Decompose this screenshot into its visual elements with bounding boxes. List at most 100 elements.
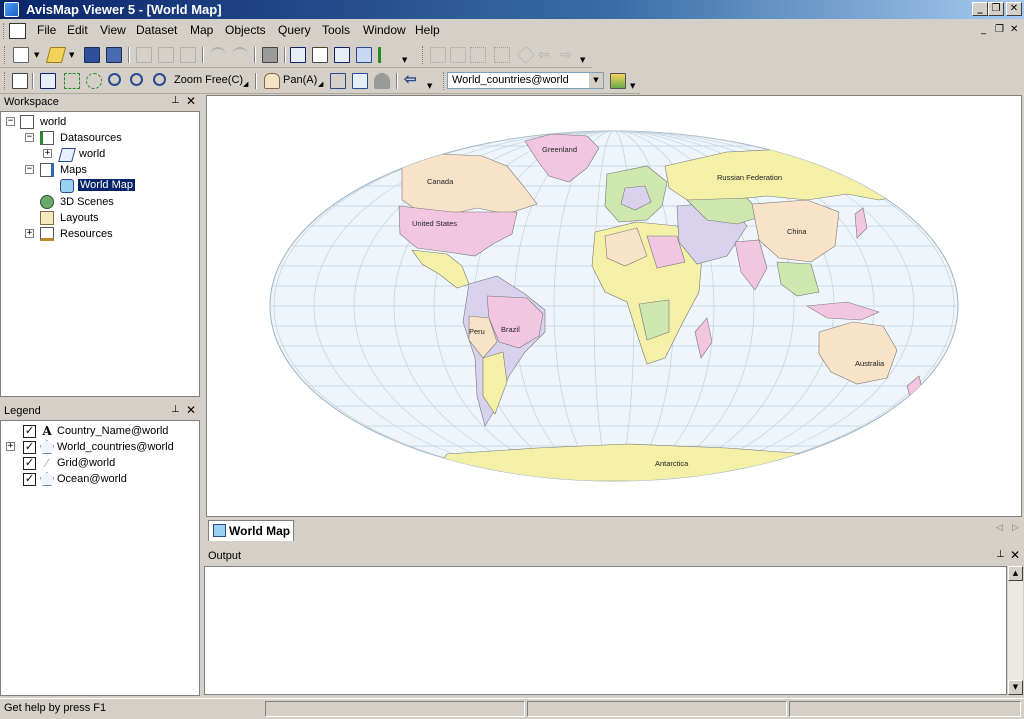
pin-icon[interactable]: ⊥ bbox=[171, 95, 180, 106]
mdi-minimize-button[interactable]: _ bbox=[981, 24, 986, 35]
new-dropdown-icon[interactable]: ▼ bbox=[34, 51, 39, 59]
menu-edit[interactable]: Edit bbox=[67, 23, 88, 37]
menu-dataset[interactable]: Dataset bbox=[136, 23, 177, 37]
circle-select-icon[interactable] bbox=[86, 73, 102, 89]
new-layer-icon[interactable] bbox=[430, 47, 446, 63]
layer-props-icon[interactable] bbox=[450, 47, 466, 63]
map-icon bbox=[60, 179, 74, 193]
line-layer-icon: ∕ bbox=[45, 456, 48, 470]
layer-visible-checkbox[interactable]: ✓ bbox=[23, 473, 36, 486]
workspace-panel-title: Workspace bbox=[4, 96, 59, 108]
pan-dropdown-icon[interactable]: ◢ bbox=[318, 80, 323, 88]
save-icon[interactable] bbox=[84, 47, 100, 63]
whats-this-icon[interactable] bbox=[378, 47, 394, 63]
layer-manager-icon[interactable] bbox=[610, 73, 626, 89]
map-canvas[interactable]: Greenland Canada Russian Federation Unit… bbox=[206, 95, 1022, 517]
output-toggle-icon[interactable] bbox=[334, 47, 350, 63]
close-panel-icon[interactable]: ✕ bbox=[186, 403, 196, 417]
print-icon[interactable] bbox=[262, 47, 278, 63]
expand-icon[interactable]: + bbox=[25, 229, 34, 238]
minimize-button[interactable]: _ bbox=[972, 2, 988, 16]
tree-label: Layouts bbox=[60, 212, 99, 224]
open-dropdown-icon[interactable]: ▼ bbox=[69, 51, 74, 59]
close-button[interactable]: ✕ bbox=[1006, 2, 1022, 16]
pin-icon[interactable]: ⊥ bbox=[996, 549, 1005, 560]
layer-combo[interactable]: World_countries@world ▼ bbox=[447, 72, 604, 89]
save-all-icon[interactable] bbox=[106, 47, 122, 63]
status-bar: Get help by press F1 bbox=[0, 698, 1024, 719]
collapse-icon[interactable]: − bbox=[6, 117, 15, 126]
refresh-map-icon[interactable] bbox=[352, 73, 368, 89]
scroll-down-icon[interactable]: ▼ bbox=[1008, 680, 1023, 695]
full-extent-icon[interactable] bbox=[330, 73, 346, 89]
user-tool-icon[interactable] bbox=[374, 73, 390, 89]
pan-label[interactable]: Pan(A) bbox=[283, 74, 317, 86]
menu-file[interactable]: File bbox=[37, 23, 56, 37]
combo-arrow-icon[interactable]: ▼ bbox=[589, 73, 603, 88]
zoom-in-icon[interactable] bbox=[108, 73, 121, 86]
tab-scroll-left-icon[interactable]: ◁ bbox=[996, 523, 1003, 533]
diamond-icon[interactable] bbox=[516, 45, 536, 65]
collapse-icon[interactable]: − bbox=[25, 165, 34, 174]
toolbar-overflow-icon[interactable]: ▼ bbox=[427, 82, 432, 90]
help-icon[interactable] bbox=[356, 47, 372, 63]
open-icon[interactable] bbox=[45, 47, 67, 63]
toolbar-overflow-icon[interactable]: ▼ bbox=[402, 56, 407, 64]
tab-world-map[interactable]: World Map bbox=[208, 520, 294, 541]
new-icon[interactable] bbox=[13, 47, 29, 63]
menu-query[interactable]: Query bbox=[278, 23, 311, 37]
toolbar-separator bbox=[255, 73, 257, 89]
rect-select-icon[interactable] bbox=[64, 73, 80, 89]
menu-objects[interactable]: Objects bbox=[225, 23, 266, 37]
zoom-free-icon[interactable] bbox=[153, 73, 166, 86]
node-edit-icon[interactable] bbox=[470, 47, 486, 63]
paste-icon[interactable] bbox=[180, 47, 196, 63]
workspace-panel-header: Workspace ⊥ ✕ bbox=[0, 94, 200, 111]
menu-tools[interactable]: Tools bbox=[322, 23, 350, 37]
cut-icon[interactable] bbox=[136, 47, 152, 63]
toolbar-overflow-icon[interactable]: ▼ bbox=[630, 82, 635, 90]
menu-help[interactable]: Help bbox=[415, 23, 440, 37]
document-icon[interactable] bbox=[9, 23, 26, 39]
redo-icon[interactable] bbox=[232, 47, 248, 63]
menu-map[interactable]: Map bbox=[190, 23, 213, 37]
close-panel-icon[interactable]: ✕ bbox=[1010, 548, 1020, 562]
zoom-free-label[interactable]: Zoom Free(C) bbox=[174, 74, 243, 86]
back-arrow-icon[interactable]: ⇦ bbox=[538, 47, 554, 63]
restore-button[interactable]: ❐ bbox=[988, 2, 1004, 16]
toolbar-overflow-icon[interactable]: ▼ bbox=[580, 56, 585, 64]
layer-visible-checkbox[interactable]: ✓ bbox=[23, 425, 36, 438]
toolbar-grip bbox=[4, 46, 8, 64]
collapse-icon[interactable]: − bbox=[25, 133, 34, 142]
pan-hand-icon[interactable] bbox=[264, 73, 280, 89]
output-scrollbar[interactable]: ▲ ▼ bbox=[1008, 566, 1023, 695]
legend-toggle-icon[interactable] bbox=[312, 47, 328, 63]
forward-arrow-icon[interactable]: ⇨ bbox=[560, 47, 576, 63]
legend-list: ✓ A Country_Name@world + ✓ World_countri… bbox=[0, 420, 200, 696]
tab-scroll-right-icon[interactable]: ▷ bbox=[1012, 523, 1019, 533]
scroll-up-icon[interactable]: ▲ bbox=[1008, 566, 1023, 581]
world-map[interactable]: Greenland Canada Russian Federation Unit… bbox=[207, 96, 1021, 516]
previous-view-icon[interactable]: ⇦ bbox=[404, 72, 420, 89]
layer-visible-checkbox[interactable]: ✓ bbox=[23, 441, 36, 454]
menu-window[interactable]: Window bbox=[363, 23, 406, 37]
workspace-toggle-icon[interactable] bbox=[290, 47, 306, 63]
undo-icon[interactable] bbox=[210, 47, 226, 63]
expand-icon[interactable]: + bbox=[43, 149, 52, 158]
edit-map-icon[interactable] bbox=[12, 73, 28, 89]
expand-icon[interactable]: + bbox=[6, 442, 15, 451]
copy-icon[interactable] bbox=[158, 47, 174, 63]
zoom-free-dropdown-icon[interactable]: ◢ bbox=[243, 80, 248, 88]
split-icon[interactable] bbox=[494, 47, 510, 63]
menu-view[interactable]: View bbox=[100, 23, 126, 37]
pin-icon[interactable]: ⊥ bbox=[171, 404, 180, 415]
mdi-close-button[interactable]: ✕ bbox=[1010, 24, 1018, 35]
window-title: AvisMap Viewer 5 - [World Map] bbox=[26, 2, 222, 17]
zoom-out-icon[interactable] bbox=[130, 73, 143, 86]
mdi-restore-button[interactable]: ❐ bbox=[995, 24, 1004, 35]
close-panel-icon[interactable]: ✕ bbox=[186, 94, 196, 108]
output-text-area[interactable] bbox=[204, 566, 1007, 695]
select-arrow-icon[interactable] bbox=[40, 73, 56, 89]
label-russia: Russian Federation bbox=[717, 173, 782, 182]
layer-visible-checkbox[interactable]: ✓ bbox=[23, 457, 36, 470]
